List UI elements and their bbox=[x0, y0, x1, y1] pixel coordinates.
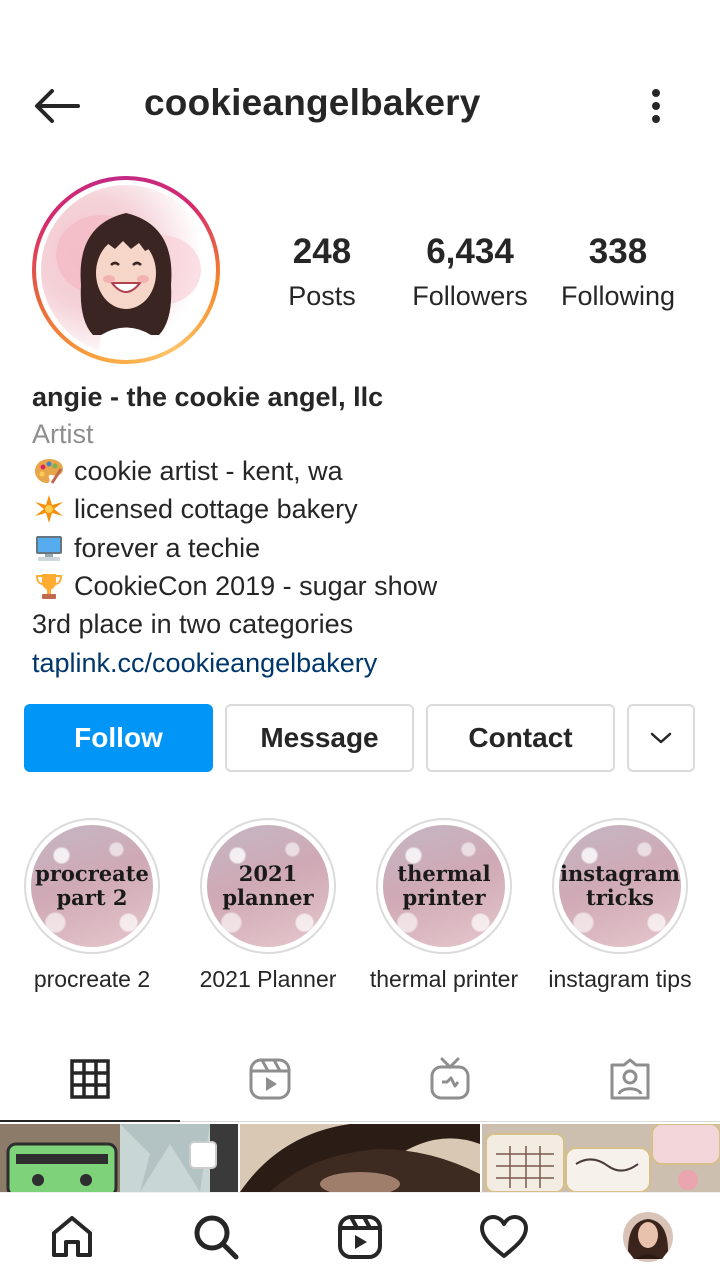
reels-icon bbox=[338, 1215, 382, 1259]
bio-line: cookie artist - kent, wa bbox=[32, 452, 702, 490]
highlight-item[interactable]: thermal printer thermal printer bbox=[354, 818, 534, 993]
highlight-cover-text: planner bbox=[222, 885, 314, 910]
highlight-item[interactable]: 2021 planner 2021 Planner bbox=[178, 818, 358, 993]
highlight-cover-text: printer bbox=[402, 885, 486, 910]
bio-line: licensed cottage bakery bbox=[32, 490, 702, 528]
grid-icon bbox=[70, 1059, 110, 1099]
top-bar: cookieangelbakery bbox=[0, 60, 720, 152]
highlight-cover: procreate part 2 bbox=[31, 825, 153, 947]
sparkle-icon bbox=[32, 494, 66, 524]
posts-count: 248 bbox=[292, 232, 352, 271]
igtv-icon bbox=[430, 1057, 470, 1100]
highlight-label: 2021 Planner bbox=[199, 966, 337, 992]
highlight-cover-text: tricks bbox=[586, 885, 654, 910]
highlight-cover-text: part 2 bbox=[56, 885, 128, 910]
nav-search[interactable] bbox=[144, 1193, 288, 1280]
palette-icon bbox=[32, 456, 66, 486]
tab-posts-grid[interactable] bbox=[0, 1036, 180, 1122]
post-thumbnail[interactable] bbox=[240, 1124, 480, 1192]
highlight-cover-text: procreate bbox=[35, 861, 149, 886]
tab-reels[interactable] bbox=[180, 1036, 360, 1122]
posts-grid bbox=[0, 1124, 720, 1192]
post-thumbnail[interactable] bbox=[482, 1124, 720, 1192]
suggested-accounts-button[interactable] bbox=[627, 704, 695, 772]
bio-line: 3rd place in two categories bbox=[32, 605, 702, 643]
bio-line-text: licensed cottage bakery bbox=[74, 494, 358, 525]
search-icon bbox=[194, 1215, 239, 1260]
profile-actions: Follow Message Contact bbox=[24, 704, 696, 772]
bio-line-text: forever a techie bbox=[74, 532, 261, 563]
posts-stat[interactable]: 248 Posts bbox=[262, 232, 382, 316]
nav-home[interactable] bbox=[0, 1193, 144, 1280]
tab-igtv[interactable] bbox=[360, 1036, 540, 1122]
highlight-cover: 2021 planner bbox=[207, 825, 329, 947]
profile-avatar-story-ring[interactable] bbox=[32, 176, 220, 364]
nav-reels[interactable] bbox=[288, 1193, 432, 1280]
profile-username: cookieangelbakery bbox=[144, 82, 481, 123]
chevron-down-icon bbox=[650, 732, 672, 744]
bio-line-text: 3rd place in two categories bbox=[32, 609, 354, 640]
trophy-icon bbox=[32, 571, 66, 601]
highlight-item[interactable]: instagram tricks instagram tips bbox=[530, 818, 710, 993]
followers-label: Followers bbox=[412, 281, 528, 311]
home-icon bbox=[52, 1216, 92, 1257]
profile-avatar-image bbox=[41, 185, 211, 355]
contact-button[interactable]: Contact bbox=[426, 704, 615, 772]
nav-activity[interactable] bbox=[432, 1193, 576, 1280]
posts-label: Posts bbox=[288, 281, 356, 311]
following-label: Following bbox=[560, 281, 676, 311]
highlight-cover-text: thermal bbox=[397, 861, 491, 886]
bio-line-text: cookie artist - kent, wa bbox=[74, 456, 343, 486]
message-button[interactable]: Message bbox=[225, 704, 414, 772]
highlight-label: instagram tips bbox=[548, 966, 692, 992]
back-arrow-icon[interactable] bbox=[28, 82, 84, 130]
profile-tabs bbox=[0, 1036, 720, 1122]
display-name: angie - the cookie angel, llc bbox=[32, 382, 384, 412]
tab-tagged[interactable] bbox=[540, 1036, 720, 1122]
heart-icon bbox=[480, 1215, 528, 1258]
highlight-cover-text: 2021 bbox=[238, 861, 298, 886]
highlight-label: thermal printer bbox=[369, 966, 519, 992]
highlight-item[interactable]: procreate part 2 procreate 2 bbox=[2, 818, 182, 993]
profile-avatar bbox=[623, 1212, 673, 1262]
bottom-navigation bbox=[0, 1192, 720, 1280]
follow-button[interactable]: Follow bbox=[24, 704, 213, 772]
nav-profile[interactable] bbox=[576, 1193, 720, 1280]
bio-line: forever a techie bbox=[32, 529, 702, 567]
reels-icon bbox=[249, 1058, 291, 1100]
bio-link[interactable]: taplink.cc/cookieangelbakery bbox=[32, 643, 702, 683]
bio-line: CookieCon 2019 - sugar show bbox=[32, 567, 702, 605]
highlight-cover-text: instagram bbox=[560, 861, 680, 886]
followers-count: 6,434 bbox=[426, 232, 514, 271]
story-highlights: procreate part 2 procreate 2 2021 planne… bbox=[0, 818, 720, 998]
computer-icon bbox=[32, 533, 66, 563]
following-count: 338 bbox=[588, 232, 648, 271]
post-thumbnail[interactable] bbox=[0, 1124, 238, 1192]
bio-line-text: CookieCon 2019 - sugar show bbox=[74, 570, 438, 601]
followers-stat[interactable]: 6,434 Followers bbox=[400, 232, 540, 316]
following-stat[interactable]: 338 Following bbox=[552, 232, 684, 316]
highlight-label: procreate 2 bbox=[33, 966, 151, 992]
profile-bio: angie - the cookie angel, llc Artist coo… bbox=[32, 378, 702, 683]
highlight-cover: thermal printer bbox=[383, 825, 505, 947]
highlight-cover: instagram tricks bbox=[559, 825, 681, 947]
more-options-icon[interactable] bbox=[634, 82, 678, 130]
profile-category: Artist bbox=[32, 419, 94, 449]
tagged-icon bbox=[610, 1058, 650, 1100]
active-tab-indicator bbox=[0, 1120, 180, 1122]
